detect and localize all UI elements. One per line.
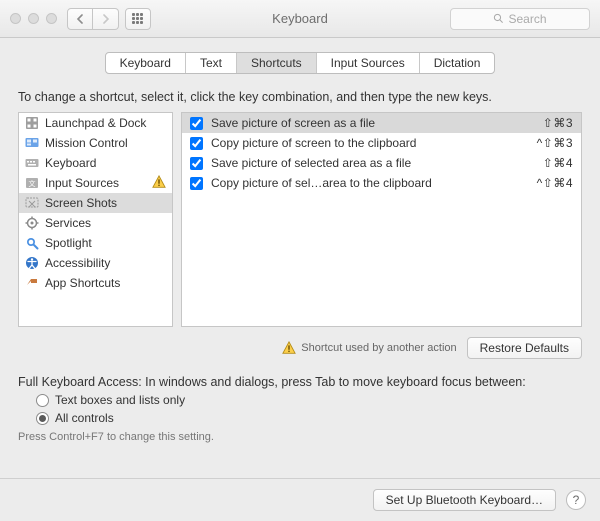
shortcut-label: Copy picture of screen to the clipboard [211,136,515,150]
category-launchpad-dock[interactable]: Launchpad & Dock [19,113,172,133]
shortcut-label: Save picture of selected area as a file [211,156,515,170]
shortcut-row[interactable]: Copy picture of screen to the clipboard ^… [182,133,581,153]
nav-group [67,8,119,30]
launchpad-icon [25,116,39,130]
accessibility-icon [25,256,39,270]
category-label: Screen Shots [45,196,117,210]
instructions-text: To change a shortcut, select it, click t… [18,90,582,104]
shortcut-keys[interactable]: ⇧⌘3 [523,116,573,130]
shortcut-checkbox[interactable] [190,117,203,130]
shortcut-checkbox[interactable] [190,157,203,170]
shortcut-row[interactable]: Save picture of selected area as a file ⇧… [182,153,581,173]
category-services[interactable]: Services [19,213,172,233]
category-label: Keyboard [45,156,96,170]
screenshots-icon [25,196,39,210]
search-placeholder: Search [508,12,546,26]
fka-hint: Press Control+F7 to change this setting. [18,431,582,443]
input-sources-icon: 文 [25,176,39,190]
shortcut-checkbox[interactable] [190,137,203,150]
main-pane: KeyboardTextShortcutsInput SourcesDictat… [0,38,600,453]
category-screen-shots[interactable]: Screen Shots [19,193,172,213]
restore-row: Shortcut used by another action Restore … [18,337,582,359]
fka-option[interactable]: Text boxes and lists only [36,393,582,407]
mission-control-icon [25,136,39,150]
minimize-window-icon[interactable] [28,13,39,24]
category-spotlight[interactable]: Spotlight [19,233,172,253]
split-panes: Launchpad & Dock Mission Control Keyboard 文… [18,112,582,327]
category-app-shortcuts[interactable]: App Shortcuts [19,273,172,293]
shortcut-label: Copy picture of sel…area to the clipboar… [211,176,515,190]
category-mission-control[interactable]: Mission Control [19,133,172,153]
app-shortcuts-icon [25,276,39,290]
svg-text:文: 文 [29,179,36,188]
tab-shortcuts[interactable]: Shortcuts [237,53,317,73]
search-icon [493,13,504,24]
setup-bluetooth-keyboard-button[interactable]: Set Up Bluetooth Keyboard… [373,489,556,511]
radio-icon[interactable] [36,412,49,425]
category-input-sources[interactable]: 文 Input Sources [19,173,172,193]
category-keyboard[interactable]: Keyboard [19,153,172,173]
spotlight-icon [25,236,39,250]
shortcut-keys[interactable]: ⇧⌘4 [523,156,573,170]
services-icon [25,216,39,230]
category-label: Services [45,216,91,230]
category-accessibility[interactable]: Accessibility [19,253,172,273]
fka-option-label: All controls [55,411,114,425]
tab-dictation[interactable]: Dictation [420,53,495,73]
warning-icon [282,341,296,355]
show-all-button[interactable] [125,8,151,30]
tab-row: KeyboardTextShortcutsInput SourcesDictat… [18,52,582,74]
help-button[interactable]: ? [566,490,586,510]
grid-icon [132,13,144,25]
tab-text[interactable]: Text [186,53,237,73]
shortcut-list[interactable]: Save picture of screen as a file ⇧⌘3 Copy … [181,112,582,327]
shortcut-checkbox[interactable] [190,177,203,190]
category-label: Launchpad & Dock [45,116,146,130]
fka-option[interactable]: All controls [36,411,582,425]
radio-icon[interactable] [36,394,49,407]
conflict-legend-text: Shortcut used by another action [301,342,456,354]
forward-button[interactable] [93,8,119,30]
tab-input-sources[interactable]: Input Sources [317,53,420,73]
warning-icon [152,175,166,192]
restore-defaults-button[interactable]: Restore Defaults [467,337,582,359]
search-input[interactable]: Search [450,8,590,30]
category-label: Input Sources [45,176,119,190]
shortcut-row[interactable]: Save picture of screen as a file ⇧⌘3 [182,113,581,133]
back-button[interactable] [67,8,93,30]
category-list[interactable]: Launchpad & Dock Mission Control Keyboard 文… [18,112,173,327]
tab-keyboard[interactable]: Keyboard [106,53,186,73]
window-titlebar: Keyboard Search [0,0,600,38]
segmented-control: KeyboardTextShortcutsInput SourcesDictat… [105,52,496,74]
category-label: Spotlight [45,236,92,250]
traffic-lights [10,13,57,24]
shortcut-row[interactable]: Copy picture of sel…area to the clipboar… [182,173,581,193]
fka-option-label: Text boxes and lists only [55,393,185,407]
category-label: Accessibility [45,256,110,270]
shortcut-label: Save picture of screen as a file [211,116,515,130]
shortcut-keys[interactable]: ^⇧⌘4 [523,176,573,190]
category-label: App Shortcuts [45,276,120,290]
zoom-window-icon[interactable] [46,13,57,24]
shortcut-keys[interactable]: ^⇧⌘3 [523,136,573,150]
keyboard-icon [25,156,39,170]
footer: Set Up Bluetooth Keyboard… ? [0,478,600,521]
fka-heading: Full Keyboard Access: In windows and dia… [18,375,582,389]
close-window-icon[interactable] [10,13,21,24]
category-label: Mission Control [45,136,128,150]
conflict-legend: Shortcut used by another action [282,341,456,355]
